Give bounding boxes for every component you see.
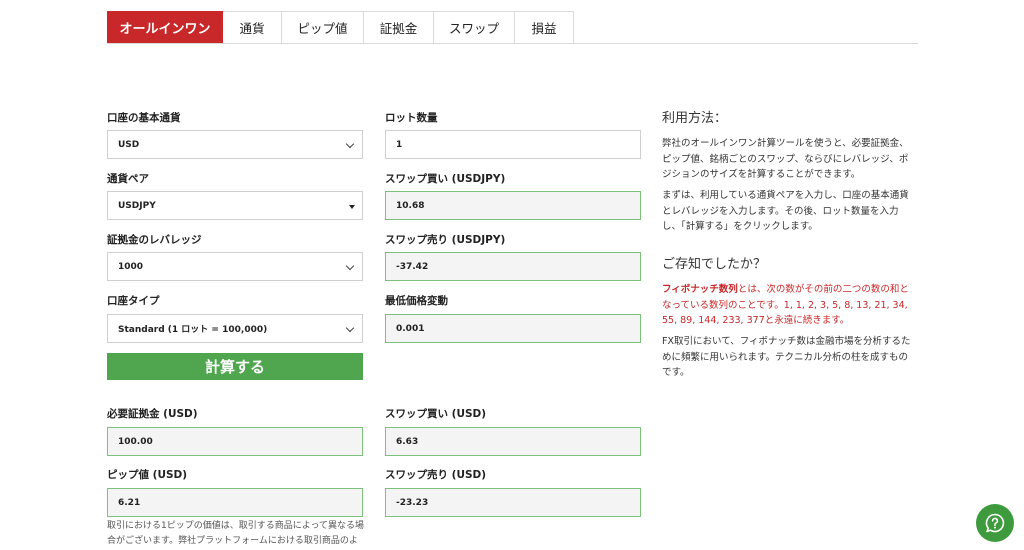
min-price-move-field: 0.001 xyxy=(385,314,641,343)
swap-sell-result-label: スワップ売り (USD) xyxy=(385,469,487,481)
fx-paragraph: FX取引において、フィボナッチ数は金融市場を分析するために頻繁に用いられます。テ… xyxy=(662,336,911,378)
leverage-select[interactable]: 1000 xyxy=(107,252,363,281)
currency-pair-label: 通貨ペア xyxy=(107,173,149,185)
tab-profit-loss[interactable]: 損益 xyxy=(515,11,574,44)
swap-buy-pair-field: 10.68 xyxy=(385,191,641,220)
swap-sell-pair-label: スワップ売り (USDJPY) xyxy=(385,234,506,246)
tab-pip-value[interactable]: ピップ値 xyxy=(282,11,364,44)
usage-heading: 利用方法： xyxy=(662,111,728,126)
margin-result-label: 必要証拠金 (USD) xyxy=(107,408,198,420)
account-type-label: 口座タイプ xyxy=(107,295,160,307)
tab-swap[interactable]: スワップ xyxy=(434,11,515,44)
base-currency-select[interactable]: USD xyxy=(107,130,363,159)
pip-value-note: 取引における1ピップの価値は、取引する商品によって異なる場合がございます。弊社プ… xyxy=(107,521,365,546)
fibonacci-term: フィボナッチ数列 xyxy=(662,284,738,295)
base-currency-label: 口座の基本通貨 xyxy=(107,112,181,124)
pip-value-result-label: ピップ値 (USD) xyxy=(107,469,188,481)
lot-input[interactable]: 1 xyxy=(385,130,641,159)
swap-buy-pair-label: スワップ買い (USDJPY) xyxy=(385,173,506,185)
question-bubble-icon xyxy=(985,513,1005,533)
swap-buy-result-field: 6.63 xyxy=(385,427,641,456)
usage-paragraph-2: まずは、利用している通貨ペアを入力し、口座の基本通貨とレバレッジを入力します。そ… xyxy=(662,190,909,232)
tab-currency[interactable]: 通貨 xyxy=(223,11,282,44)
tabs-divider xyxy=(107,43,918,44)
calculate-button[interactable]: 計算する xyxy=(107,353,363,380)
usage-paragraph-1: 弊社のオールインワン計算ツールを使うと、必要証拠金、ピップ値、銘柄ごとのスワップ… xyxy=(662,138,909,180)
account-type-select[interactable]: Standard (1 ロット = 100,000) xyxy=(107,314,363,343)
swap-sell-result-field: -23.23 xyxy=(385,488,641,517)
pip-value-result-field: 6.21 xyxy=(107,488,363,517)
tab-margin[interactable]: 証拠金 xyxy=(364,11,434,44)
margin-result-field: 100.00 xyxy=(107,427,363,456)
did-you-know-heading: ご存知でしたか？ xyxy=(662,257,767,272)
tab-all-in-one[interactable]: オールインワン xyxy=(107,11,223,44)
calculator-tabs: オールインワン 通貨 ピップ値 証拠金 スワップ 損益 xyxy=(107,11,574,44)
min-price-move-label: 最低価格変動 xyxy=(385,295,448,307)
lot-label: ロット数量 xyxy=(385,112,438,124)
leverage-label: 証拠金のレバレッジ xyxy=(107,234,202,246)
swap-sell-pair-field: -37.42 xyxy=(385,252,641,281)
fibonacci-paragraph: フィボナッチ数列とは、次の数がその前の二つの数の和となっている数列のことです。1… xyxy=(662,282,916,329)
swap-buy-result-label: スワップ買い (USD) xyxy=(385,408,487,420)
help-button[interactable] xyxy=(976,504,1014,542)
currency-pair-select[interactable]: USDJPY xyxy=(107,191,363,220)
